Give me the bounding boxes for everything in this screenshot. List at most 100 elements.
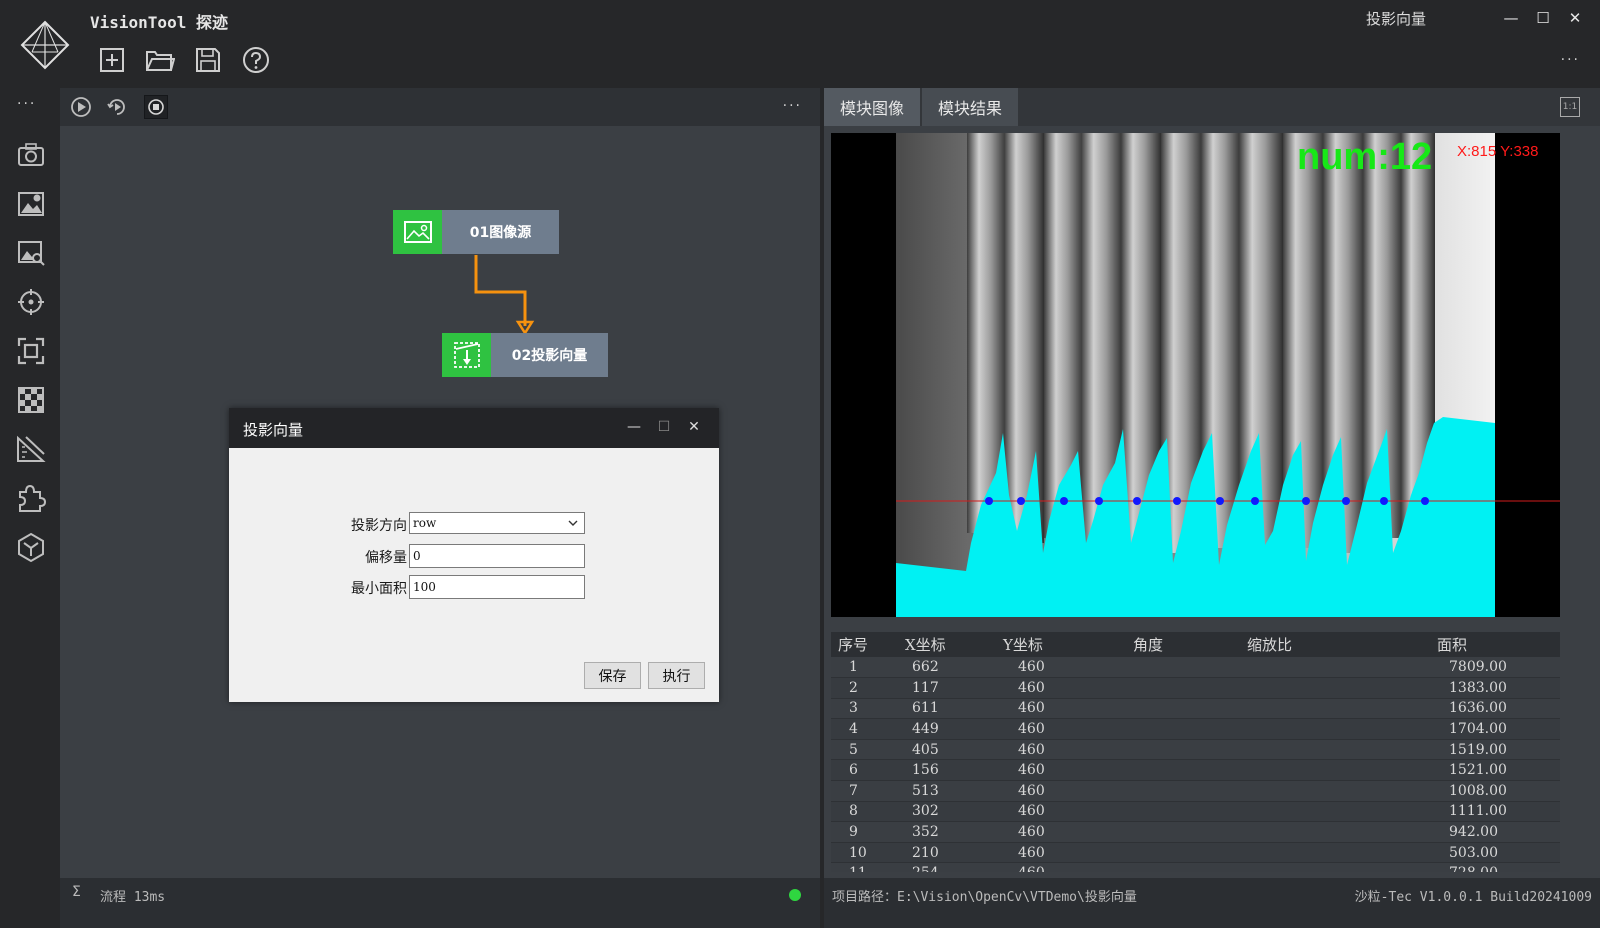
tab-module-image[interactable]: 模块图像 <box>824 88 920 126</box>
image-icon <box>393 210 442 254</box>
cell-index: 7 <box>831 780 887 802</box>
flow-node-projection[interactable]: 02投影向量 <box>442 333 608 377</box>
table-row[interactable]: 3 611 460 1636.00 <box>831 698 1560 720</box>
dialog-maximize-button[interactable]: ☐ <box>657 418 671 436</box>
cell-scale <box>1207 698 1357 720</box>
version-label: 沙粒-Tec V1.0.0.1 Build20241009 <box>1354 890 1592 905</box>
main-toolbar <box>96 44 272 76</box>
cell-y: 460 <box>983 657 1093 679</box>
save-button[interactable]: 保存 <box>584 662 641 689</box>
cell-angle <box>1093 821 1207 843</box>
cell-scale <box>1207 759 1357 782</box>
app-window: VisionTool 探迹 投影向量 — ☐ ✕ ··· ··· ··· 01图… <box>0 0 1600 928</box>
dialog-close-button[interactable]: ✕ <box>687 418 701 436</box>
sidebar-more-icon[interactable]: ··· <box>17 96 36 112</box>
cell-x: 210 <box>887 842 983 864</box>
cell-scale <box>1207 862 1357 872</box>
cell-area: 1008.00 <box>1357 780 1560 802</box>
cell-index: 5 <box>831 739 887 761</box>
flow-node-image-source[interactable]: 01图像源 <box>393 210 559 254</box>
table-row[interactable]: 1 662 460 7809.00 <box>831 657 1560 679</box>
fit-1to1-icon[interactable]: 1:1 <box>1560 97 1580 117</box>
cell-scale <box>1207 657 1357 679</box>
image-settings-icon[interactable] <box>16 189 46 219</box>
table-row[interactable]: 6 156 460 1521.00 <box>831 759 1560 782</box>
result-table-body: 1 662 460 7809.00 2 117 460 1383.00 3 611 460 1636.… <box>831 657 1560 872</box>
cube-icon[interactable] <box>16 532 46 562</box>
right-status-bar: 项目路径：E:\Vision\OpenCv\VTDemo\投影向量 沙粒-Tec… <box>824 878 1600 928</box>
cell-index: 11 <box>831 862 887 872</box>
image-search-icon[interactable] <box>16 238 46 268</box>
table-row[interactable]: 11254460 728.00 <box>831 862 1560 872</box>
module-image-view[interactable]: num:12 X:815 Y:338 <box>831 133 1560 617</box>
table-row[interactable]: 5 405 460 1519.00 <box>831 739 1560 761</box>
minimize-button[interactable]: — <box>1502 8 1520 28</box>
col-header-area: 面积 <box>1357 632 1560 657</box>
cell-scale <box>1207 718 1357 740</box>
table-row[interactable]: 9 352 460 942.00 <box>831 821 1560 843</box>
sigma-icon: Σ <box>72 884 81 900</box>
focus-frame-icon[interactable] <box>16 336 46 366</box>
cell-y: 460 <box>983 698 1093 720</box>
projection-dialog: 投影向量 — ☐ ✕ 投影方向 row 偏移量 0 最小面积 100 保存 执行 <box>229 408 719 702</box>
close-button[interactable]: ✕ <box>1566 8 1584 28</box>
offset-input[interactable]: 0 <box>409 544 585 568</box>
col-header-angle: 角度 <box>1093 632 1207 657</box>
cell-scale <box>1207 821 1357 843</box>
direction-value: row <box>413 516 437 530</box>
cell-x: 449 <box>887 718 983 740</box>
cell-x: 254 <box>887 862 983 872</box>
dialog-minimize-button[interactable]: — <box>627 418 641 436</box>
app-logo <box>20 20 70 70</box>
table-header-row: 序号 X坐标 Y坐标 角度 缩放比 面积 <box>831 632 1560 657</box>
table-row[interactable]: 7 513 460 1008.00 <box>831 780 1560 802</box>
min-area-row: 最小面积 100 <box>229 575 719 599</box>
table-row[interactable]: 8 302 460 1111.00 <box>831 801 1560 823</box>
cell-area: 1521.00 <box>1357 759 1560 782</box>
cell-y: 460 <box>983 862 1093 872</box>
maximize-button[interactable]: ☐ <box>1534 8 1552 28</box>
cell-x: 513 <box>887 780 983 802</box>
cell-index: 3 <box>831 698 887 720</box>
ruler-icon[interactable] <box>16 434 46 464</box>
open-folder-icon[interactable] <box>144 44 176 76</box>
save-icon[interactable] <box>192 44 224 76</box>
status-indicator <box>789 889 801 901</box>
camera-icon[interactable] <box>16 140 46 170</box>
chevron-down-icon <box>568 520 578 526</box>
cell-x: 117 <box>887 677 983 699</box>
window-controls: — ☐ ✕ <box>1502 8 1584 28</box>
result-table-container[interactable]: 序号 X坐标 Y坐标 角度 缩放比 面积 1 662 460 7809.00 2 117 4… <box>831 632 1560 872</box>
window-title: 投影向量 <box>1366 10 1427 28</box>
cell-index: 8 <box>831 801 887 823</box>
cell-area: 1383.00 <box>1357 677 1560 699</box>
checker-icon[interactable] <box>16 385 46 415</box>
help-icon[interactable] <box>240 44 272 76</box>
run-button[interactable]: 执行 <box>648 662 705 689</box>
dialog-titlebar[interactable]: 投影向量 — ☐ ✕ <box>229 408 719 448</box>
result-tabs: 模块图像 模块结果 1:1 <box>824 88 1600 126</box>
crosshair-icon[interactable] <box>16 287 46 317</box>
col-header-index: 序号 <box>831 632 887 657</box>
table-row[interactable]: 10 210 460 503.00 <box>831 842 1560 864</box>
cell-angle <box>1093 718 1207 740</box>
cell-angle <box>1093 862 1207 872</box>
cell-angle <box>1093 698 1207 720</box>
cell-scale <box>1207 780 1357 802</box>
cell-y: 460 <box>983 677 1093 699</box>
new-icon[interactable] <box>96 44 128 76</box>
count-overlay: num:12 <box>1297 136 1433 178</box>
direction-select[interactable]: row <box>409 512 585 534</box>
table-row[interactable]: 2 117 460 1383.00 <box>831 677 1560 699</box>
more-options-icon[interactable]: ··· <box>1561 52 1580 68</box>
cell-index: 2 <box>831 677 887 699</box>
cell-index: 10 <box>831 842 887 864</box>
cell-y: 460 <box>983 842 1093 864</box>
title-bar: VisionTool 探迹 投影向量 — ☐ ✕ ··· <box>0 0 1600 88</box>
table-row[interactable]: 4 449 460 1704.00 <box>831 718 1560 740</box>
tab-module-result[interactable]: 模块结果 <box>922 88 1018 126</box>
min-area-input[interactable]: 100 <box>409 575 585 599</box>
puzzle-icon[interactable] <box>16 483 46 513</box>
cell-angle <box>1093 759 1207 782</box>
offset-label: 偏移量 <box>365 550 407 566</box>
